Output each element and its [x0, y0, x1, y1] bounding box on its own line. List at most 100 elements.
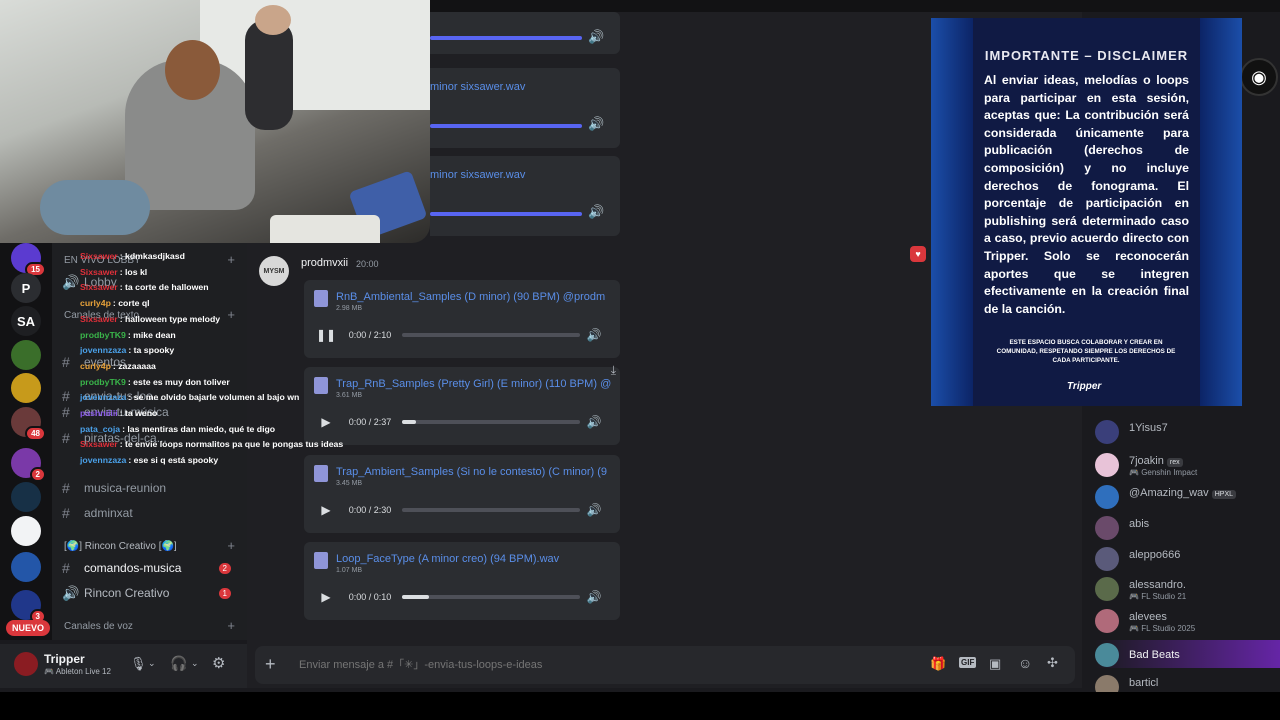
attachment-card: 🔊 — [430, 12, 620, 54]
channel-comandos-musica[interactable]: # comandos-musica 2 — [62, 558, 237, 578]
member-name: Bad Beats — [1129, 649, 1180, 661]
server-icon[interactable]: 48 — [11, 407, 46, 441]
attachment-filename[interactable]: minor sixsawer.wav — [430, 81, 525, 93]
server-icon[interactable] — [11, 340, 41, 370]
chat-text: : ta weno — [119, 408, 158, 418]
hash-icon: # — [62, 404, 70, 420]
server-icon[interactable] — [11, 482, 41, 512]
sticker-icon[interactable]: ▣ — [989, 656, 1001, 672]
member-item[interactable]: abis — [1095, 513, 1280, 541]
microphone-icon[interactable]: 🎙 — [130, 656, 147, 672]
attachment-filename[interactable]: minor sixsawer.wav — [430, 169, 525, 181]
add-channel-icon[interactable]: + — [227, 252, 235, 267]
avatar — [1095, 485, 1119, 509]
reaction-icon[interactable]: ♥ — [910, 246, 926, 262]
chat-line: Sixsawer: ta corte de hallowen — [80, 282, 209, 292]
server-icon[interactable]: SA — [11, 306, 41, 336]
volume-icon[interactable]: 🔊 — [580, 328, 608, 342]
download-icon[interactable]: ⤓ — [611, 363, 616, 378]
chat-username: pashniiiii — [80, 408, 118, 418]
add-channel-icon[interactable]: + — [227, 618, 235, 633]
add-attachment-icon[interactable]: + — [265, 654, 276, 674]
message-input[interactable] — [297, 655, 901, 675]
chat-text: : halloween type melody — [119, 313, 221, 324]
apps-icon[interactable]: ✣ — [1047, 655, 1058, 671]
member-activity: 🎮 FL Studio 21 — [1129, 592, 1187, 601]
member-item[interactable]: @Amazing_wav HPXL — [1095, 482, 1280, 510]
emoji-icon[interactable]: ☺ — [1018, 655, 1032, 671]
volume-icon[interactable]: 🔊 — [580, 590, 608, 604]
member-item[interactable]: alessandro. 🎮 FL Studio 21 — [1095, 574, 1280, 602]
channel-item[interactable]: # musica-reunion — [62, 478, 237, 498]
progress-bar[interactable] — [430, 212, 582, 216]
progress-bar[interactable] — [402, 595, 580, 599]
person-head — [255, 5, 291, 35]
attachment-filename[interactable]: RnB_Ambiental_Samples (D minor) (90 BPM)… — [336, 291, 611, 303]
disclaimer-title: IMPORTANTE – DISCLAIMER — [984, 48, 1189, 63]
chat-line: prodbyTK9: este es muy don toliver — [80, 377, 230, 387]
volume-icon[interactable]: 🔊 — [580, 415, 608, 429]
member-item[interactable]: aleppo666 — [1095, 544, 1280, 572]
gear-icon[interactable]: ⚙ — [212, 654, 225, 672]
progress-bar[interactable] — [430, 36, 582, 40]
webcam-feed — [0, 0, 430, 243]
play-icon[interactable]: ▶ — [314, 590, 338, 604]
avatar — [1095, 420, 1119, 444]
chevron-down-icon[interactable]: ⌄ — [191, 658, 199, 669]
server-icon[interactable]: P — [11, 273, 41, 303]
member-list: 1Yisus7 7joakin rex 🎮 Genshin Impact @Amazi… — [1085, 400, 1280, 699]
chat-line: pashniiiii: ta weno — [80, 408, 157, 418]
new-badge[interactable]: NUEVO — [6, 620, 51, 636]
play-icon[interactable]: ▶ — [314, 503, 338, 517]
rincon-category[interactable]: [🌍] Rincon Creativo [🌍] — [64, 541, 177, 552]
server-icon[interactable] — [11, 552, 41, 582]
attachment-filename[interactable]: Trap_Ambient_Samples (Si no le contesto)… — [336, 466, 611, 478]
channel-item[interactable]: # adminxat — [62, 503, 237, 523]
chevron-down-icon[interactable]: ⌄ — [148, 658, 156, 669]
attachment-filename[interactable]: Loop_FaceType (A minor creo) (94 BPM).wa… — [336, 553, 611, 565]
pause-icon[interactable]: ❚❚ — [314, 328, 338, 342]
volume-icon[interactable]: 🔊 — [580, 503, 608, 517]
server-icon[interactable]: 2 — [11, 448, 46, 482]
disclaimer-panel: IMPORTANTE – DISCLAIMER Al enviar ideas,… — [931, 18, 1242, 406]
headphones-icon[interactable]: 🎧 — [170, 655, 187, 672]
avatar[interactable]: MYSM — [259, 256, 289, 286]
server-label: SA — [16, 313, 36, 329]
mention-badge: 48 — [25, 426, 46, 441]
progress-bar[interactable] — [430, 124, 582, 128]
voice-channel-rincon[interactable]: 🔊 Rincon Creativo 1 — [62, 583, 237, 603]
member-item[interactable]: Bad Beats — [1095, 640, 1280, 668]
member-item[interactable]: alevees 🎮 FL Studio 2025 — [1095, 606, 1280, 634]
volume-icon[interactable]: 🔊 — [588, 116, 604, 132]
volume-icon[interactable]: 🔊 — [588, 204, 604, 220]
avatar[interactable] — [14, 652, 38, 676]
member-activity: 🎮 Genshin Impact — [1129, 468, 1198, 477]
server-icon[interactable]: 3 — [11, 590, 46, 624]
server-icon[interactable] — [11, 516, 41, 546]
chat-username: Sixsawer — [80, 313, 118, 324]
member-item[interactable]: 7joakin rex 🎮 Genshin Impact — [1095, 450, 1280, 478]
server-icon[interactable] — [11, 373, 41, 403]
message-author[interactable]: prodmvxii — [301, 257, 348, 269]
add-channel-icon[interactable]: + — [227, 307, 235, 322]
gif-icon[interactable]: GIF — [959, 657, 977, 668]
add-channel-icon[interactable]: + — [227, 538, 235, 553]
progress-bar[interactable] — [402, 508, 580, 512]
server-icon[interactable]: 15 — [11, 243, 46, 277]
mention-badge: 2 — [29, 467, 46, 482]
member-name-text: @Amazing_wav — [1129, 487, 1209, 499]
volume-icon[interactable]: 🔊 — [588, 29, 604, 45]
play-icon[interactable]: ▶ — [314, 415, 338, 429]
voice-category[interactable]: Canales de voz — [64, 621, 133, 632]
member-item[interactable]: 1Yisus7 — [1095, 417, 1280, 445]
progress-bar[interactable] — [402, 420, 580, 424]
attachment-filename[interactable]: Trap_RnB_Samples (Pretty Girl) (E minor)… — [336, 378, 611, 390]
audio-attachment: Trap_Ambient_Samples (Si no le contesto)… — [304, 455, 620, 533]
gift-icon[interactable]: 🎁 — [930, 656, 946, 672]
gamepad-icon: 🎮 — [1129, 468, 1142, 477]
chat-username: jovennzaza — [80, 455, 127, 466]
hash-icon: # — [62, 480, 70, 496]
chat-text: : las mentiras dan miedo, qué te digo — [122, 423, 276, 434]
username[interactable]: Tripper — [44, 652, 85, 666]
progress-bar[interactable] — [402, 333, 580, 337]
